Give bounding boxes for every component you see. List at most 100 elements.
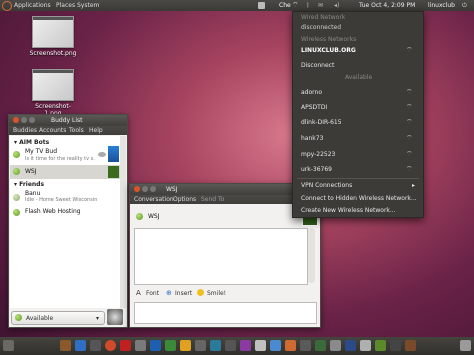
network-adorno[interactable]: adorno — [301, 89, 322, 96]
dock-app-icon[interactable] — [165, 340, 176, 351]
network-dlink[interactable]: dlink-DIR-615 — [301, 119, 342, 126]
maximize-icon[interactable] — [150, 186, 156, 192]
dock-app-icon[interactable] — [375, 340, 386, 351]
chevron-right-icon: ▸ — [411, 182, 415, 189]
vpn-connections-item[interactable]: VPN Connections — [301, 182, 352, 189]
scrollbar[interactable] — [120, 136, 126, 308]
close-icon[interactable] — [13, 117, 19, 123]
menu-places[interactable]: Places — [56, 2, 75, 9]
power-icon[interactable]: ⏻ — [462, 2, 467, 10]
dock-app-icon[interactable] — [210, 340, 221, 351]
message-input[interactable] — [134, 302, 317, 324]
dock-app-icon[interactable] — [255, 340, 266, 351]
taskbar — [0, 337, 474, 355]
mail-icon[interactable]: ✉ — [318, 2, 323, 9]
menu-accounts[interactable]: Accounts — [39, 127, 66, 134]
desktop-icon-label: Screenshot.png — [29, 50, 77, 57]
desktop-icon-screenshot[interactable]: Screenshot.png — [29, 16, 77, 57]
user-menu[interactable]: linuxclub — [428, 2, 455, 9]
dock-app-icon[interactable] — [330, 340, 341, 351]
disconnect-item[interactable]: Disconnect — [301, 62, 334, 69]
network-mpy[interactable]: mpy-22523 — [301, 151, 335, 158]
chat-buddy-name: WSJ — [148, 213, 160, 220]
dock-app-icon[interactable] — [390, 340, 401, 351]
group-friends[interactable]: ▾ Friends — [14, 181, 44, 188]
clock[interactable]: Tue Oct 4, 2:09 PM — [359, 2, 415, 9]
dock-app-icon[interactable] — [405, 340, 416, 351]
buddy-wsj: WSJ — [25, 168, 37, 175]
create-new-item[interactable]: Create New Wireless Network... — [301, 207, 396, 214]
buddy-list-menubar: Buddies Accounts Tools Help — [9, 126, 127, 135]
insert-button[interactable]: Insert — [175, 290, 192, 297]
menu-send-to[interactable]: Send To — [201, 196, 224, 203]
smiley-icon — [197, 289, 204, 296]
minimize-icon[interactable] — [21, 117, 27, 123]
buddy-list-titlebar[interactable]: Buddy List — [9, 115, 127, 126]
smile-button[interactable]: Smile! — [207, 290, 226, 297]
network-urk[interactable]: urk-36769 — [301, 166, 332, 173]
buddy-tree: ▾ AIM Bots My TV Bud Is it time for the … — [10, 136, 120, 308]
dock-app-icon[interactable] — [120, 340, 131, 351]
window-title: WSJ — [166, 186, 178, 193]
history-scrollbar[interactable] — [308, 228, 315, 283]
dock-app-icon[interactable] — [135, 340, 146, 351]
volume-icon[interactable]: ◂) — [334, 2, 339, 9]
buddy-banu[interactable]: Banu — [25, 190, 40, 197]
buddy-avatar — [108, 166, 119, 178]
top-panel: Applications Places System Che ⌔ ᛒ ✉ ◂) … — [0, 0, 474, 11]
menu-conversation[interactable]: Conversation — [134, 196, 174, 203]
maximize-icon[interactable] — [29, 117, 35, 123]
dock-app-icon[interactable] — [60, 340, 71, 351]
dock-app-icon[interactable] — [180, 340, 191, 351]
minimize-icon[interactable] — [142, 186, 148, 192]
menu-help[interactable]: Help — [89, 127, 103, 134]
available-header: Available — [345, 74, 373, 81]
chat-indicator-icon[interactable] — [258, 2, 265, 9]
buddy-status-icon — [13, 151, 20, 158]
menu-separator — [297, 178, 419, 179]
user-avatar[interactable] — [107, 309, 123, 325]
menu-applications[interactable]: Applications — [14, 2, 51, 9]
dock-app-icon[interactable] — [360, 340, 371, 351]
connect-hidden-item[interactable]: Connect to Hidden Wireless Network... — [301, 195, 417, 202]
wired-header: Wired Network — [301, 14, 346, 21]
dock-app-icon[interactable] — [300, 340, 311, 351]
format-toolbar: A Font ⊕ Insert Smile! — [134, 288, 316, 300]
dock-app-icon[interactable] — [150, 340, 161, 351]
dock-app-icon[interactable] — [240, 340, 251, 351]
dock-app-icon[interactable] — [285, 340, 296, 351]
font-button[interactable]: Font — [146, 290, 159, 297]
dock-app-icon[interactable] — [90, 340, 101, 351]
buddy-my-tv-bud[interactable]: My TV Bud — [25, 148, 57, 155]
status-selector[interactable]: Available ▾ — [11, 311, 105, 325]
dock-app-icon[interactable] — [345, 340, 356, 351]
menu-tools[interactable]: Tools — [69, 127, 84, 134]
close-icon[interactable] — [134, 186, 140, 192]
menu-options[interactable]: Options — [173, 196, 196, 203]
conversation-history[interactable] — [134, 228, 308, 285]
dock-app-icon[interactable] — [195, 340, 206, 351]
buddy-row-wsj[interactable]: WSJ — [10, 165, 120, 179]
network-hank73[interactable]: hank73 — [301, 135, 323, 142]
dock-app-icon[interactable] — [270, 340, 281, 351]
buddy-flash-web-hosting[interactable]: Flash Web Hosting — [25, 208, 81, 215]
dock-app-icon[interactable] — [105, 340, 116, 351]
group-aim-bots[interactable]: ▾ AIM Bots — [14, 139, 49, 146]
dock-app-icon[interactable] — [315, 340, 326, 351]
desktop-icon-screenshot-1[interactable]: Screenshot-1.png — [29, 69, 77, 117]
network-apsdtdi[interactable]: APSDTDI — [301, 104, 327, 111]
menu-buddies[interactable]: Buddies — [13, 127, 37, 134]
bluetooth-icon[interactable]: ᛒ — [306, 2, 310, 9]
buddy-avatar — [108, 146, 119, 162]
show-desktop-icon[interactable] — [3, 340, 14, 351]
insert-icon: ⊕ — [166, 289, 172, 297]
wifi-indicator-icon[interactable]: ⌔ — [292, 1, 299, 10]
che-label[interactable]: Che — [279, 2, 291, 9]
network-current[interactable]: LINUXCLUB.ORG — [301, 47, 356, 54]
menu-system[interactable]: System — [77, 2, 99, 9]
wifi-signal-icon: ⌔ — [406, 134, 413, 142]
ubuntu-logo-icon[interactable] — [2, 1, 12, 11]
dock-app-icon[interactable] — [75, 340, 86, 351]
trash-icon[interactable] — [460, 340, 471, 351]
dock-app-icon[interactable] — [225, 340, 236, 351]
